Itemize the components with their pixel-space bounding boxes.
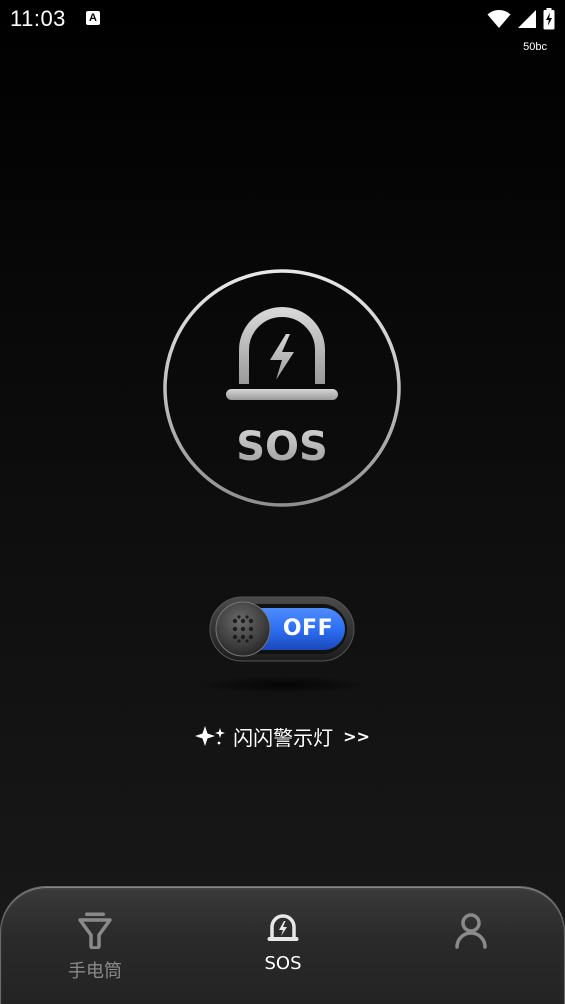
battery-charging-icon — [543, 8, 555, 30]
a-letter-icon: A — [86, 11, 100, 25]
status-time: 11:03 — [10, 6, 66, 31]
sos-circle-button[interactable]: SOS — [162, 268, 402, 508]
screen: 11:03 A 50bc SOS OFF 闪闪警示灯 >> 手电筒 SOS — [0, 0, 565, 1004]
bottom-nav: 手电筒 SOS — [0, 886, 565, 1004]
wifi-icon — [487, 10, 511, 28]
nav-label-sos: SOS — [264, 953, 302, 974]
status-bar: 11:03 A 50bc — [0, 0, 565, 53]
siren-icon — [226, 307, 338, 400]
person-icon — [455, 913, 487, 949]
sparkle-icon — [195, 726, 226, 746]
sos-toggle-switch[interactable]: OFF — [209, 596, 355, 662]
status-sub-label: 50bc — [523, 41, 547, 53]
siren-icon — [267, 914, 299, 941]
sos-label: SOS — [236, 424, 328, 470]
flash-link-arrow: >> — [343, 726, 370, 746]
toggle-shadow — [195, 676, 371, 694]
status-icons — [487, 8, 555, 30]
nav-item-flashlight[interactable]: 手电筒 — [1, 887, 189, 1004]
flashlight-icon — [78, 912, 112, 949]
flash-warning-light-link[interactable]: 闪闪警示灯 >> — [0, 720, 565, 752]
nav-item-sos[interactable]: SOS — [189, 887, 377, 1004]
nav-label-flashlight: 手电筒 — [68, 961, 122, 982]
toggle-knob — [215, 601, 271, 657]
cell-signal-icon — [518, 10, 536, 28]
flash-link-label: 闪闪警示灯 — [233, 725, 334, 750]
nav-item-profile[interactable] — [377, 887, 565, 1004]
